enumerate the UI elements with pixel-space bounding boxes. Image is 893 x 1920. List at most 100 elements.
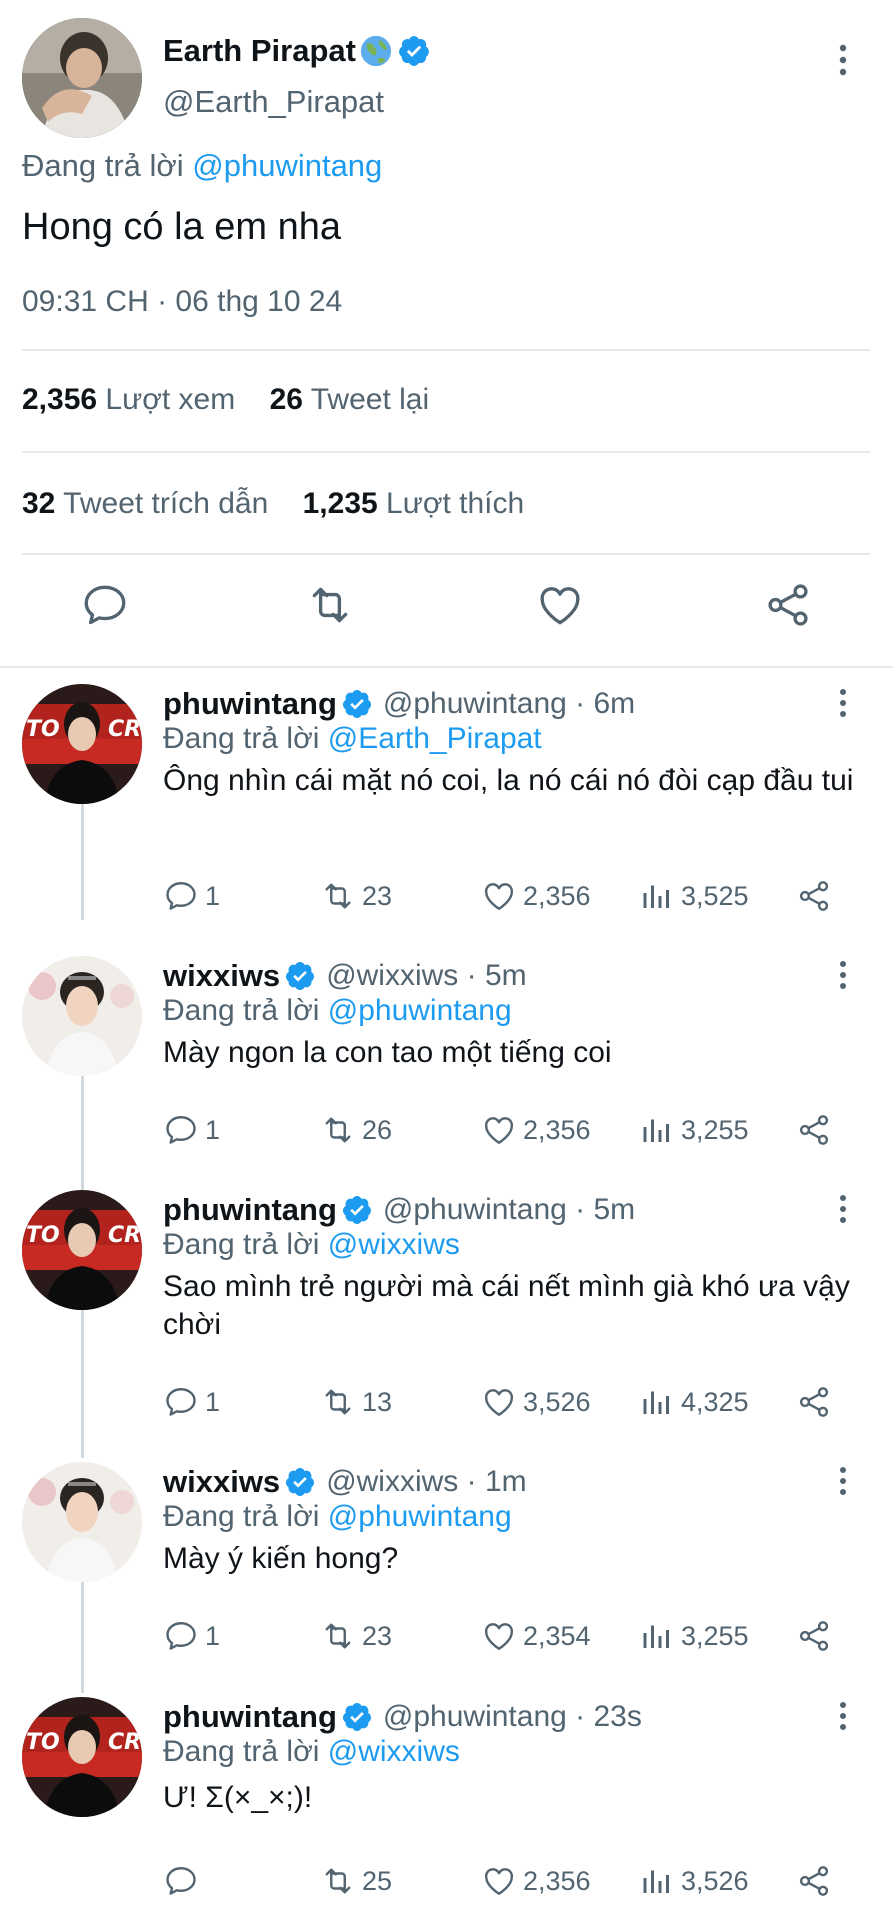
views-button[interactable]: 3,526	[639, 1861, 749, 1901]
likes-stat[interactable]: 1,235 Lượt thích	[303, 487, 525, 520]
reply-tweet[interactable]: TO CR phuwintang @phuwintang · 5m Đang t…	[0, 1190, 893, 1440]
reply-author-name[interactable]: wixxiws	[163, 958, 280, 994]
share-button[interactable]	[796, 876, 838, 916]
reply-handle-time[interactable]: @wixxiws · 5m	[326, 959, 526, 993]
share-icon	[799, 881, 829, 911]
reply-button[interactable]: 1	[163, 1110, 220, 1150]
replying-to: Đang trả lời @Earth_Pirapat	[163, 722, 542, 756]
views-button[interactable]: 3,255	[639, 1616, 749, 1656]
like-heart-icon[interactable]	[535, 580, 585, 630]
retweet-button[interactable]: 25	[320, 1861, 392, 1901]
views-button[interactable]: 3,525	[639, 876, 749, 916]
views-count: 3,255	[681, 1620, 749, 1651]
retweet-button[interactable]: 23	[320, 876, 392, 916]
reply-icon	[166, 1116, 196, 1144]
reply-tweet[interactable]: wixxiws @wixxiws · 1m Đang trả lời @phuw…	[0, 1462, 893, 1677]
share-button[interactable]	[796, 1110, 838, 1150]
avatar[interactable]: TO CR	[22, 1697, 142, 1817]
share-button[interactable]	[796, 1382, 838, 1422]
share-icon[interactable]	[763, 580, 813, 630]
replying-to: Đang trả lời @phuwintang	[163, 1500, 512, 1534]
avatar[interactable]	[22, 1462, 142, 1582]
reply-author-name[interactable]: phuwintang	[163, 686, 337, 722]
retweet-count: 25	[362, 1865, 393, 1896]
replying-to-label: Đang trả lời	[163, 994, 320, 1027]
verified-badge-icon	[342, 690, 371, 718]
retweet-count: 23	[362, 880, 393, 911]
tweet-action-bar	[0, 580, 893, 640]
reply-handle-time[interactable]: @phuwintang · 5m	[383, 1193, 635, 1227]
author-handle[interactable]: @Earth_Pirapat	[163, 84, 384, 120]
reply-button[interactable]: 1	[163, 1616, 220, 1656]
replying-to: Đang trả lời @wixxiws	[163, 1735, 460, 1769]
reply-header: phuwintang @phuwintang · 6m	[163, 684, 635, 724]
replying-to-mention[interactable]: @Earth_Pirapat	[328, 722, 542, 755]
retweet-button[interactable]: 26	[320, 1110, 392, 1150]
like-button[interactable]: 3,526	[481, 1382, 591, 1422]
reply-handle-time[interactable]: @phuwintang · 23s	[383, 1700, 642, 1734]
retweet-icon[interactable]	[305, 580, 355, 630]
reply-icon	[166, 1388, 196, 1416]
reply-action-bar: 1 23 2,356 3,525	[163, 876, 863, 916]
avatar[interactable]: TO CR	[22, 684, 142, 804]
more-options-icon[interactable]	[828, 956, 858, 996]
avatar[interactable]: TO CR	[22, 1190, 142, 1310]
like-button[interactable]: 2,356	[481, 1110, 591, 1150]
more-options-icon[interactable]	[828, 1462, 858, 1502]
quotes-stat[interactable]: 32 Tweet trích dẫn	[22, 487, 268, 520]
replying-to: Đang trả lời @phuwintang	[22, 148, 382, 184]
reply-author-name[interactable]: phuwintang	[163, 1192, 337, 1228]
like-button[interactable]: 2,356	[481, 876, 591, 916]
reply-tweet[interactable]: TO CR phuwintang @phuwintang · 23s Đang …	[0, 1697, 893, 1912]
reply-header: wixxiws @wixxiws · 1m	[163, 1462, 527, 1502]
reply-handle-time[interactable]: @phuwintang · 6m	[383, 687, 635, 721]
reply-author-name[interactable]: wixxiws	[163, 1464, 280, 1500]
replying-to-mention[interactable]: @wixxiws	[328, 1735, 460, 1768]
verified-badge-icon	[286, 962, 315, 990]
reply-count: 1	[205, 1620, 221, 1651]
author-name[interactable]: Earth Pirapat	[163, 33, 356, 69]
reply-button[interactable]	[163, 1861, 205, 1901]
verified-badge-icon	[342, 1703, 371, 1731]
retweet-button[interactable]: 23	[320, 1616, 392, 1656]
reply-handle-time[interactable]: @wixxiws · 1m	[326, 1465, 526, 1499]
reply-author-name[interactable]: phuwintang	[163, 1699, 337, 1735]
reply-header: wixxiws @wixxiws · 5m	[163, 956, 527, 996]
more-options-icon[interactable]	[828, 1697, 858, 1737]
replying-to-label: Đang trả lời	[22, 148, 184, 183]
more-options-icon[interactable]	[828, 38, 858, 82]
views-count: 4,325	[681, 1386, 749, 1417]
replying-to: Đang trả lời @wixxiws	[163, 1228, 460, 1262]
replying-to-mention[interactable]: @phuwintang	[328, 994, 512, 1027]
share-icon	[799, 1387, 829, 1417]
avatar[interactable]	[22, 956, 142, 1076]
reply-button[interactable]: 1	[163, 1382, 220, 1422]
avatar[interactable]	[22, 18, 142, 138]
share-button[interactable]	[796, 1861, 838, 1901]
replying-to: Đang trả lời @phuwintang	[163, 994, 512, 1028]
replying-to-mention[interactable]: @phuwintang	[192, 148, 382, 183]
retweets-stat[interactable]: 26 Tweet lại	[270, 383, 430, 416]
reply-count: 1	[205, 1114, 221, 1145]
reply-tweet[interactable]: TO CR phuwintang @phuwintang · 6m Đang t…	[0, 684, 893, 934]
tweet-timestamp[interactable]: 09:31 CH · 06 thg 10 24	[22, 285, 342, 319]
like-heart-icon	[485, 1623, 513, 1650]
reply-button[interactable]: 1	[163, 876, 220, 916]
like-button[interactable]: 2,356	[481, 1861, 591, 1901]
more-options-icon[interactable]	[828, 1190, 858, 1230]
views-button[interactable]: 3,255	[639, 1110, 749, 1150]
reply-tweet[interactable]: wixxiws @wixxiws · 5m Đang trả lời @phuw…	[0, 956, 893, 1171]
views-stat[interactable]: 2,356 Lượt xem	[22, 383, 235, 416]
share-button[interactable]	[796, 1616, 838, 1656]
reply-action-bar: 1 23 2,354 3,255	[163, 1616, 863, 1656]
replying-to-mention[interactable]: @phuwintang	[328, 1500, 512, 1533]
reply-icon[interactable]	[80, 580, 130, 630]
views-button[interactable]: 4,325	[639, 1382, 749, 1422]
reply-text: Ông nhìn cái mặt nó coi, la nó cái nó đò…	[163, 764, 854, 797]
like-button[interactable]: 2,354	[481, 1616, 591, 1656]
more-options-icon[interactable]	[828, 684, 858, 724]
like-count: 2,356	[523, 880, 591, 911]
retweet-button[interactable]: 13	[320, 1382, 392, 1422]
like-heart-icon	[485, 1868, 513, 1895]
replying-to-mention[interactable]: @wixxiws	[328, 1228, 460, 1261]
